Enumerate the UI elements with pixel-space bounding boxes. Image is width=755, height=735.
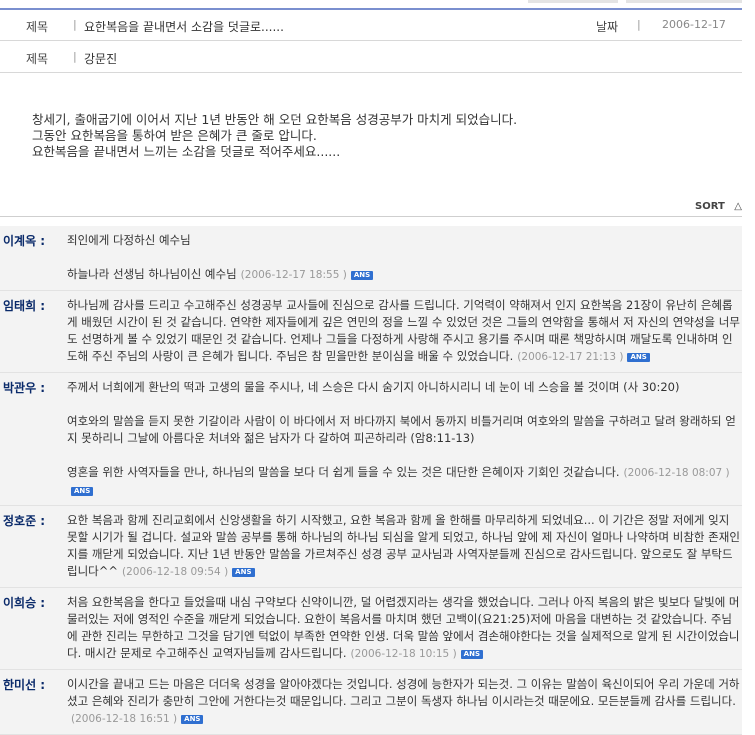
- comment-item: 임태희 : 하나님께 감사를 드리고 수고해주신 성경공부 교사들에 진심으로 감…: [0, 291, 742, 373]
- post-title: 요한복음을 끝내면서 소감을 덧글로......: [84, 20, 284, 34]
- comment-date: (2006-12-18 10:15 ): [350, 648, 457, 660]
- comment-date: (2006-12-17 18:55 ): [240, 269, 347, 281]
- comment-date: (2006-12-18 09:54 ): [122, 566, 229, 578]
- reply-button[interactable]: ANS: [71, 487, 94, 496]
- comment-text: 이시간을 끝내고 드는 마음은 더더욱 성경을 알아야겠다는 것입니다. 성경에…: [67, 677, 740, 708]
- comment-body: 죄인에게 다정하신 예수님하늘나라 선생님 하나님이신 예수님 (2006-12-…: [67, 226, 742, 290]
- comment-author: 임태희 :: [3, 299, 46, 313]
- comment-body: 주께서 너희에게 환난의 떡과 고생의 물을 주시나, 네 스승은 다시 숨기지…: [67, 373, 742, 505]
- title-row: 제목 | 요한복음을 끝내면서 소감을 덧글로...... 날짜 | 2006-…: [0, 10, 742, 41]
- comment-date: (2006-12-18 16:51 ): [71, 713, 178, 725]
- post-date: 2006-12-17: [662, 18, 726, 31]
- comment-paragraph: 죄인에게 다정하신 예수님: [67, 232, 740, 249]
- comment-item: 박관우 : 주께서 너희에게 환난의 떡과 고생의 물을 주시나, 네 스승은 다…: [0, 373, 742, 506]
- comment-text: 여호와의 말씀을 듣지 못한 기갈이라 사람이 이 바다에서 저 바다까지 북에…: [67, 414, 736, 445]
- reply-button[interactable]: ANS: [460, 650, 483, 659]
- comment-paragraph: 요한 복음과 함께 진리교회에서 신앙생활을 하기 시작했고, 요한 복음과 함…: [67, 512, 740, 581]
- comment-item: 이계옥 : 죄인에게 다정하신 예수님하늘나라 선생님 하나님이신 예수님 (200…: [0, 226, 742, 291]
- triangle-up-icon: △: [734, 201, 742, 212]
- comment-paragraph: 이시간을 끝내고 드는 마음은 더더욱 성경을 알아야겠다는 것입니다. 성경에…: [67, 676, 740, 728]
- date-label: 날짜: [596, 20, 619, 34]
- post-author: 강문진: [84, 52, 118, 66]
- author-row: 제목 | 강문진: [0, 42, 742, 73]
- comment-body: 요한 복음과 함께 진리교회에서 신앙생활을 하기 시작했고, 요한 복음과 함…: [67, 506, 742, 587]
- sort-button[interactable]: SORT △: [695, 201, 742, 212]
- comment-paragraph: 주께서 너희에게 환난의 떡과 고생의 물을 주시나, 네 스승은 다시 숨기지…: [67, 379, 740, 396]
- comment-text: 주께서 너희에게 환난의 떡과 고생의 물을 주시나, 네 스승은 다시 숨기지…: [67, 380, 680, 394]
- divider: |: [73, 50, 77, 63]
- divider: |: [73, 18, 77, 31]
- comment-item: 한미선 : 이시간을 끝내고 드는 마음은 더더욱 성경을 알아야겠다는 것입니다…: [0, 670, 742, 735]
- comment-body: 이시간을 끝내고 드는 마음은 더더욱 성경을 알아야겠다는 것입니다. 성경에…: [67, 670, 742, 734]
- comment-paragraph: 하늘나라 선생님 하나님이신 예수님 (2006-12-17 18:55 ) ANS: [67, 266, 740, 284]
- divider: |: [637, 18, 641, 31]
- comment-date: (2006-12-17 21:13 ): [517, 351, 624, 363]
- author-label: 제목: [26, 52, 49, 66]
- reply-button[interactable]: ANS: [181, 715, 204, 724]
- comment-paragraph: 여호와의 말씀을 듣지 못한 기갈이라 사람이 이 바다에서 저 바다까지 북에…: [67, 413, 740, 447]
- comment-body: 처음 요한복음을 한다고 들었을때 내심 구약보다 신약이니깐, 덜 어렵겠지라…: [67, 588, 742, 669]
- comment-text: 영혼을 위한 사역자들을 만나, 하나님의 말씀을 보다 더 쉽게 들을 수 있…: [67, 465, 620, 479]
- comment-paragraph: 처음 요한복음을 한다고 들었을때 내심 구약보다 신약이니깐, 덜 어렵겠지라…: [67, 594, 740, 663]
- comment-paragraph: 하나님께 감사를 드리고 수고해주신 성경공부 교사들에 진심으로 감사를 드립…: [67, 297, 740, 366]
- comment-author: 정호준 :: [3, 514, 46, 528]
- reply-button[interactable]: ANS: [350, 271, 374, 280]
- comment-item: 이희승 : 처음 요한복음을 한다고 들었을때 내심 구약보다 신약이니깐, 덜 …: [0, 588, 742, 670]
- sort-bar: SORT △: [0, 198, 742, 217]
- post-body-line: 요한복음을 끝내면서 느끼는 소감을 덧글로 적어주세요......: [32, 144, 341, 159]
- top-tab-stub: [626, 0, 742, 3]
- top-tab-stub: [528, 0, 618, 3]
- comment-author: 이희승 :: [3, 596, 46, 610]
- comment-body: 하나님께 감사를 드리고 수고해주신 성경공부 교사들에 진심으로 감사를 드립…: [67, 291, 742, 372]
- reply-button[interactable]: ANS: [627, 353, 650, 362]
- comment-paragraph: 영혼을 위한 사역자들을 만나, 하나님의 말씀을 보다 더 쉽게 들을 수 있…: [67, 464, 740, 499]
- comment-item: 정호준 : 요한 복음과 함께 진리교회에서 신앙생활을 하기 시작했고, 요한 …: [0, 506, 742, 588]
- comment-text: 하늘나라 선생님 하나님이신 예수님: [67, 267, 237, 281]
- reply-button[interactable]: ANS: [232, 568, 255, 577]
- comment-author: 박관우 :: [3, 381, 46, 395]
- sort-label: SORT: [695, 201, 725, 212]
- comment-list: 이계옥 : 죄인에게 다정하신 예수님 하늘나라 선생님 하나님이신 예수님 (200…: [0, 226, 742, 735]
- post-body-line: 창세기, 출애굽기에 이어서 지난 1년 반동안 해 오던 요한복음 성경공부가…: [32, 112, 518, 127]
- comment-date: (2006-12-18 08:07 ): [623, 467, 730, 479]
- post-body: 창세기, 출애굽기에 이어서 지난 1년 반동안 해 오던 요한복음 성경공부가…: [32, 112, 732, 160]
- post-body-line: 그동안 요한복음을 통하여 받은 은혜가 큰 줄로 압니다.: [32, 128, 317, 143]
- comment-text: 죄인에게 다정하신 예수님: [67, 233, 191, 247]
- comment-author: 한미선 :: [3, 678, 46, 692]
- comment-author: 이계옥 :: [3, 234, 46, 248]
- title-label: 제목: [26, 20, 49, 34]
